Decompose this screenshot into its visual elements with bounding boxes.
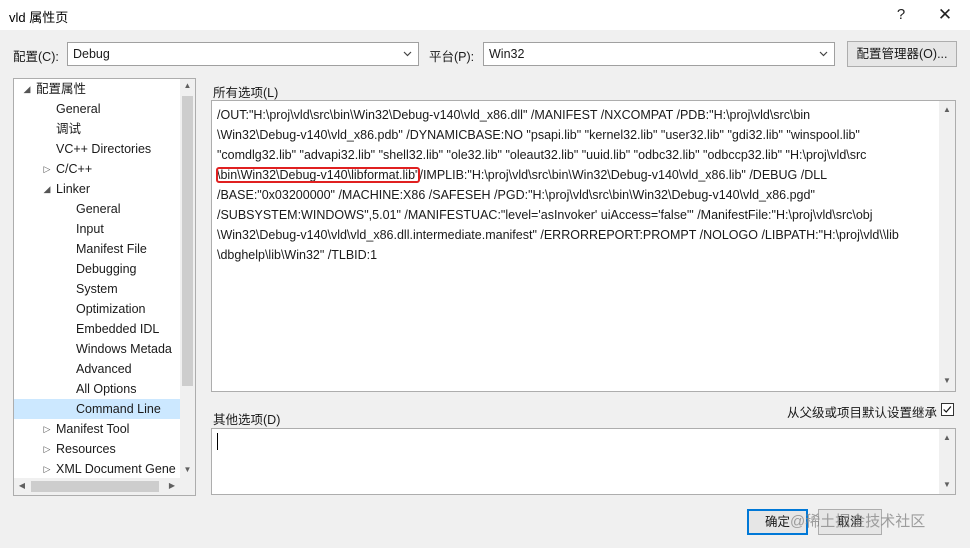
tree-item[interactable]: All Options: [14, 379, 180, 399]
tree-item[interactable]: ▷ XML Document Gene: [14, 459, 180, 479]
tree-item-label: General: [56, 102, 101, 116]
tree-item[interactable]: ◢ 配置属性: [14, 79, 180, 99]
all-options-textbox[interactable]: /OUT:"H:\proj\vld\src\bin\Win32\Debug-v1…: [211, 100, 956, 392]
command-line: \Win32\Debug-v140\vld\vld_x86.dll.interm…: [217, 228, 899, 242]
collapse-arrow-icon[interactable]: ◢: [22, 79, 32, 99]
tree-item[interactable]: General: [14, 99, 180, 119]
all-options-label: 所有选项(L): [213, 86, 279, 100]
platform-select[interactable]: Win32: [483, 42, 835, 66]
command-line: \Win32\Debug-v140\vld_x86.pdb" /DYNAMICB…: [217, 128, 860, 142]
tree-item-label: Manifest Tool: [56, 422, 130, 436]
expand-arrow-icon[interactable]: ▷: [42, 439, 52, 459]
tree-item[interactable]: Windows Metada: [14, 339, 180, 359]
command-line: \bin\Win32\Debug-v140\libformat.lib"/IMP…: [215, 165, 935, 185]
scroll-up-icon[interactable]: ▲: [939, 433, 955, 442]
scroll-thumb[interactable]: [182, 96, 193, 386]
window-title: vld 属性页: [9, 10, 69, 25]
chevron-down-icon: [819, 51, 828, 57]
tree-item[interactable]: ▷ C/C++: [14, 159, 180, 179]
scroll-right-icon[interactable]: ▶: [166, 481, 178, 490]
scroll-thumb[interactable]: [31, 481, 159, 492]
tree-item-label: System: [76, 282, 118, 296]
expand-arrow-icon[interactable]: ▷: [42, 159, 52, 179]
platform-value: Win32: [489, 47, 525, 61]
command-line: /BASE:"0x03200000" /MACHINE:X86 /SAFESEH…: [217, 188, 815, 202]
scroll-down-icon[interactable]: ▼: [939, 480, 955, 489]
command-line: /SUBSYSTEM:WINDOWS",5.01" /MANIFESTUAC:"…: [217, 208, 873, 222]
tree-item-label: Linker: [56, 182, 91, 196]
tree-item-label: Debugging: [76, 262, 137, 276]
inherit-label: 从父级或项目默认设置继承: [787, 406, 938, 420]
highlighted-lib-path: \bin\Win32\Debug-v140\libformat.lib": [215, 167, 421, 183]
tree-item[interactable]: ▷ Manifest Tool: [14, 419, 180, 439]
title-bar: vld 属性页 ? ✕: [0, 0, 970, 30]
command-line-text: /OUT:"H:\proj\vld\src\bin\Win32\Debug-v1…: [215, 105, 935, 265]
chevron-down-icon: [403, 51, 412, 57]
other-options-label: 其他选项(D): [213, 413, 281, 427]
config-value: Debug: [73, 47, 110, 61]
tree-item-label: Embedded IDL: [76, 322, 160, 336]
scroll-down-icon[interactable]: ▼: [180, 465, 195, 474]
tree-item[interactable]: Advanced: [14, 359, 180, 379]
command-line: /OUT:"H:\proj\vld\src\bin\Win32\Debug-v1…: [217, 108, 811, 122]
tree-item-label: XML Document Gene: [56, 462, 176, 476]
tree-horizontal-scrollbar[interactable]: ◀ ▶: [14, 478, 195, 495]
text-caret: [217, 433, 218, 450]
tree-item[interactable]: Input: [14, 219, 180, 239]
tree-item-label: General: [76, 202, 121, 216]
scroll-up-icon[interactable]: ▲: [180, 81, 195, 90]
tree-item[interactable]: Debugging: [14, 259, 180, 279]
tree-item-label: C/C++: [56, 162, 93, 176]
tree-item-label: 配置属性: [36, 82, 87, 96]
help-button[interactable]: ?: [878, 0, 924, 30]
tree-item-label: Advanced: [76, 362, 132, 376]
tree-item-label: Optimization: [76, 302, 146, 316]
expand-arrow-icon[interactable]: ▷: [42, 419, 52, 439]
tree-item-label: 调试: [56, 122, 82, 136]
checkmark-icon: [943, 406, 952, 413]
options-vertical-scrollbar[interactable]: ▲ ▼: [939, 101, 955, 391]
tree-item[interactable]: 调试: [14, 119, 180, 139]
tree-item[interactable]: General: [14, 199, 180, 219]
tree-item-label: Resources: [56, 442, 116, 456]
config-manager-button[interactable]: 配置管理器(O)...: [847, 41, 957, 67]
command-line: \dbghelp\lib\Win32" /TLBID:1: [217, 248, 378, 262]
tree-item-label: Command Line: [76, 402, 161, 416]
tree-item-label: Windows Metada: [76, 342, 172, 356]
tree-item[interactable]: VC++ Directories: [14, 139, 180, 159]
tree-item[interactable]: Command Line: [14, 399, 180, 419]
tree-item-label: VC++ Directories: [56, 142, 152, 156]
watermark: @稀土掘金技术社区: [790, 513, 926, 530]
property-tree: ◢ 配置属性 General 调试 VC++ Directories ▷ C/C++ ◢ Lin…: [13, 78, 196, 496]
config-select[interactable]: Debug: [67, 42, 419, 66]
platform-label: 平台(P):: [429, 50, 475, 64]
inherit-checkbox[interactable]: [941, 403, 954, 416]
config-label: 配置(C):: [13, 50, 59, 64]
scroll-left-icon[interactable]: ◀: [16, 481, 28, 490]
tree-item[interactable]: Optimization: [14, 299, 180, 319]
tree-item[interactable]: ▷ Resources: [14, 439, 180, 459]
tree-item[interactable]: Embedded IDL: [14, 319, 180, 339]
tree-vertical-scrollbar[interactable]: ▲ ▼: [180, 79, 195, 478]
scroll-down-icon[interactable]: ▼: [939, 376, 955, 385]
close-button[interactable]: ✕: [922, 0, 968, 30]
tree-item-label: All Options: [76, 382, 137, 396]
expand-arrow-icon[interactable]: ▷: [42, 459, 52, 479]
collapse-arrow-icon[interactable]: ◢: [42, 179, 52, 199]
other-options-textbox[interactable]: ▲ ▼: [211, 428, 956, 495]
tree-item[interactable]: System: [14, 279, 180, 299]
tree-item-label: Input: [76, 222, 104, 236]
tree-item[interactable]: ◢ Linker: [14, 179, 180, 199]
command-line-rest: /IMPLIB:"H:\proj\vld\src\bin\Win32\Debug…: [419, 168, 828, 182]
tree-item[interactable]: Manifest File: [14, 239, 180, 259]
tree-item-label: Manifest File: [76, 242, 147, 256]
scroll-up-icon[interactable]: ▲: [939, 105, 955, 114]
command-line: "comdlg32.lib" "advapi32.lib" "shell32.l…: [217, 148, 867, 162]
other-options-scrollbar[interactable]: ▲ ▼: [939, 429, 955, 494]
